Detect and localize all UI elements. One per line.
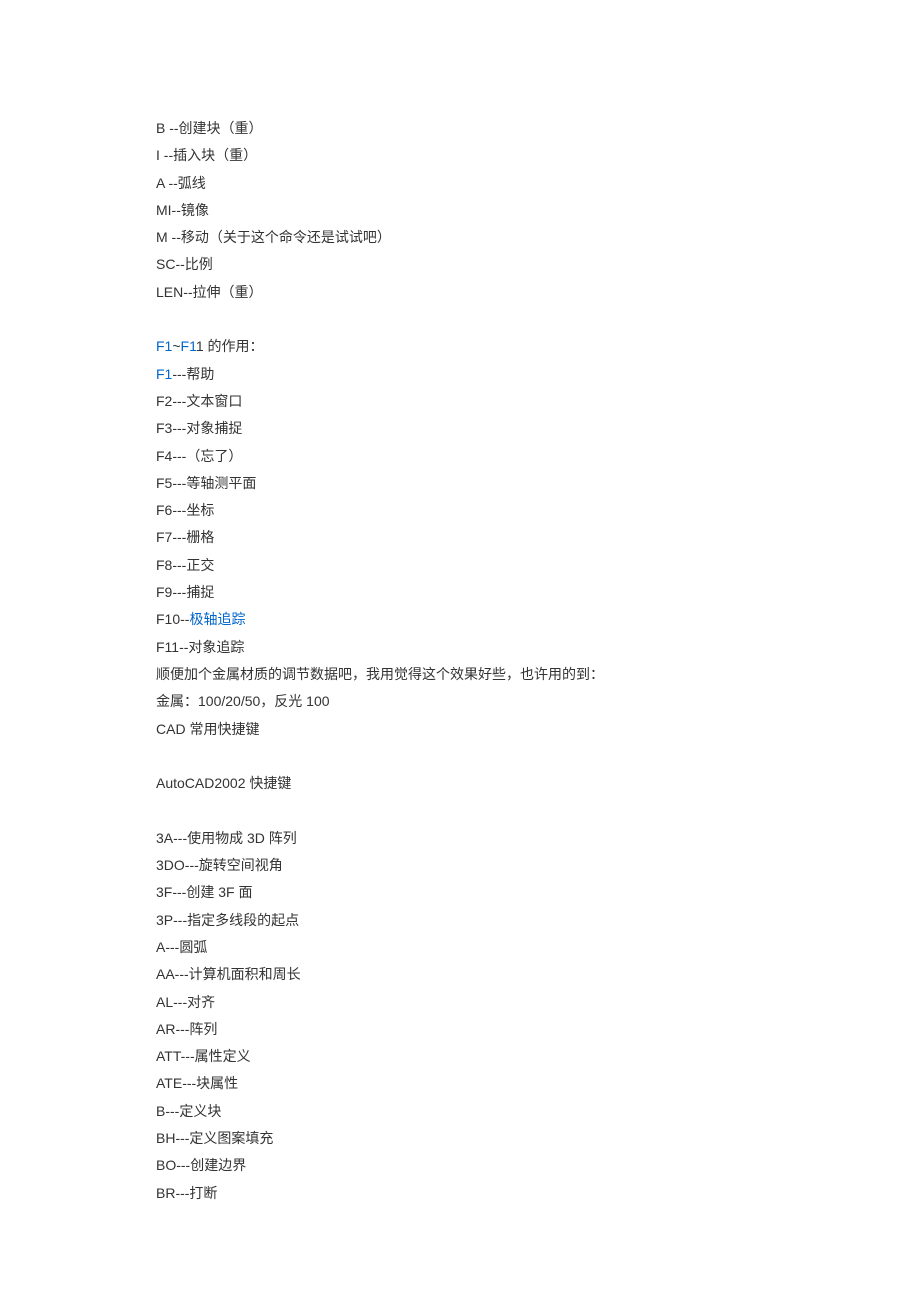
text-line: 3P---指定多线段的起点 [156, 907, 920, 934]
text-span: ---帮助 [172, 366, 214, 382]
text-line: F3---对象捕捉 [156, 415, 920, 442]
text-line: F8---正交 [156, 552, 920, 579]
link-f1-help[interactable]: F1 [156, 366, 172, 382]
text-line: LEN--拉伸（重） [156, 279, 920, 306]
text-line: AA---计算机面积和周长 [156, 961, 920, 988]
text-line: B---定义块 [156, 1098, 920, 1125]
link-polar-tracking[interactable]: 极轴追踪 [189, 611, 245, 627]
text-span: 1 的作用： [196, 338, 264, 354]
text-line: F4---（忘了） [156, 443, 920, 470]
text-line: I --插入块（重） [156, 142, 920, 169]
text-line: CAD 常用快捷键 [156, 716, 920, 743]
text-line: 3DO---旋转空间视角 [156, 852, 920, 879]
text-span: ~ [172, 338, 180, 354]
text-line: AL---对齐 [156, 989, 920, 1016]
text-line: F5---等轴测平面 [156, 470, 920, 497]
autocad-title: AutoCAD2002 快捷键 [156, 770, 920, 797]
text-line: BH---定义图案填充 [156, 1125, 920, 1152]
text-line: 3A---使用物成 3D 阵列 [156, 825, 920, 852]
text-line: B --创建块（重） [156, 115, 920, 142]
text-line: 3F---创建 3F 面 [156, 879, 920, 906]
blank-line [156, 797, 920, 824]
link-f1[interactable]: F1 [156, 338, 172, 354]
text-line: ATT---属性定义 [156, 1043, 920, 1070]
text-line: 金属：100/20/50，反光 100 [156, 688, 920, 715]
link-f1-2[interactable]: F1 [181, 338, 196, 354]
text-line: F2---文本窗口 [156, 388, 920, 415]
text-line: F9---捕捉 [156, 579, 920, 606]
text-line: BO---创建边界 [156, 1152, 920, 1179]
fkeys-header: F1~F11 的作用： [156, 333, 920, 360]
blank-line [156, 743, 920, 770]
document-page: B --创建块（重） I --插入块（重） A --弧线 MI--镜像 M --… [0, 0, 920, 1302]
text-line: A --弧线 [156, 170, 920, 197]
text-line: F1---帮助 [156, 361, 920, 388]
text-line: F11--对象追踪 [156, 634, 920, 661]
text-span: F10-- [156, 611, 189, 627]
text-line: M --移动（关于这个命令还是试试吧） [156, 224, 920, 251]
text-line: A---圆弧 [156, 934, 920, 961]
text-line: 顺便加个金属材质的调节数据吧，我用觉得这个效果好些，也许用的到： [156, 661, 920, 688]
blank-line [156, 306, 920, 333]
text-line: F6---坐标 [156, 497, 920, 524]
text-line: F7---栅格 [156, 524, 920, 551]
text-line: AR---阵列 [156, 1016, 920, 1043]
text-line: ATE---块属性 [156, 1070, 920, 1097]
text-line: BR---打断 [156, 1180, 920, 1207]
text-line: F10--极轴追踪 [156, 606, 920, 633]
text-line: SC--比例 [156, 251, 920, 278]
text-line: MI--镜像 [156, 197, 920, 224]
